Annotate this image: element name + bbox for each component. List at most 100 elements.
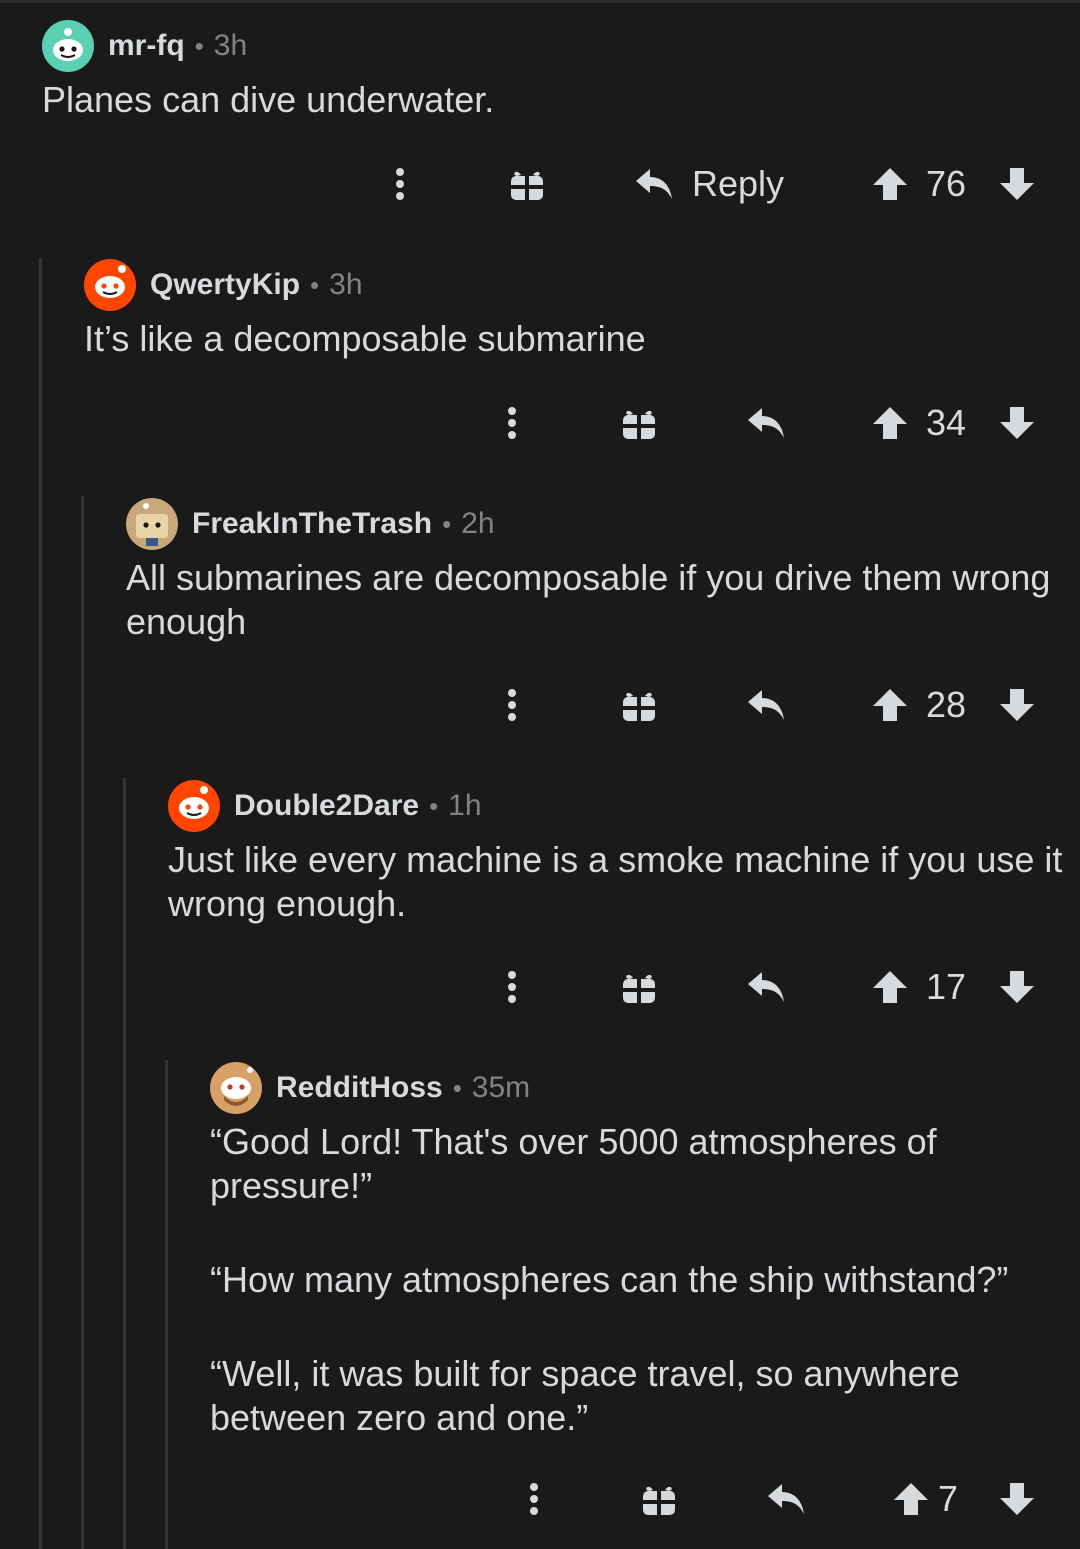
- reply-button[interactable]: [746, 675, 786, 735]
- downvote-button[interactable]: [999, 393, 1035, 453]
- user-avatar[interactable]: [168, 780, 220, 832]
- username[interactable]: FreakInTheTrash: [192, 507, 432, 541]
- downvote-button[interactable]: [999, 154, 1035, 214]
- gift-award-icon: [623, 974, 655, 1003]
- gift-award-icon: [511, 171, 543, 200]
- upvote-arrow-icon: [873, 689, 907, 721]
- downvote-button[interactable]: [999, 957, 1035, 1017]
- comment-body: “Good Lord! That's over 5000 atmospheres…: [210, 1120, 1070, 1440]
- comment-time: 3h: [213, 29, 248, 62]
- comment-header: QwertyKip • 3h: [84, 257, 1064, 313]
- comment-paragraph: Planes can dive underwater.: [42, 79, 495, 120]
- comment-paragraph: “Well, it was built for space travel, so…: [210, 1353, 960, 1438]
- gift-award-icon: [623, 692, 655, 721]
- more-options-icon: [530, 1483, 538, 1515]
- comment-double2dare: Double2Dare • 1h Just like every machine…: [168, 778, 1068, 926]
- meta-separator: •: [194, 30, 204, 61]
- downvote-arrow-icon: [1000, 971, 1034, 1003]
- reply-button[interactable]: [766, 1469, 806, 1529]
- more-options-icon: [508, 971, 516, 1003]
- downvote-button[interactable]: [999, 1469, 1035, 1529]
- comment-header: RedditHoss • 35m: [210, 1060, 1070, 1116]
- comment-time: 3h: [329, 268, 363, 301]
- downvote-arrow-icon: [1000, 168, 1034, 200]
- comment-paragraph: It’s like a decomposable submarine: [84, 318, 646, 359]
- comment-actions: 34: [0, 393, 1080, 453]
- snoo-avatar-icon: [179, 786, 209, 819]
- comment-time: 1h: [448, 789, 482, 822]
- meta-separator: •: [442, 508, 452, 539]
- comment-actions: 7: [0, 1469, 1080, 1529]
- downvote-arrow-icon: [1000, 1483, 1034, 1515]
- more-options-icon: [508, 407, 516, 439]
- upvote-button[interactable]: [872, 393, 908, 453]
- user-avatar[interactable]: [210, 1062, 262, 1114]
- user-avatar[interactable]: [126, 498, 178, 550]
- comment-body: Planes can dive underwater.: [42, 78, 1062, 122]
- comment-time: 2h: [461, 507, 495, 540]
- reply-button[interactable]: Reply: [634, 154, 784, 214]
- comment-paragraph: All submarines are decomposable if you d…: [126, 557, 1051, 642]
- comment-header: mr-fq • 3h: [42, 18, 1062, 74]
- give-award-button[interactable]: [622, 675, 656, 735]
- username[interactable]: Double2Dare: [234, 789, 419, 823]
- vote-score: 17: [926, 966, 967, 1007]
- comment-mr-fq: mr-fq • 3h Planes can dive underwater.: [42, 18, 1062, 122]
- downvote-arrow-icon: [1000, 407, 1034, 439]
- username[interactable]: RedditHoss: [276, 1071, 443, 1105]
- upvote-button[interactable]: [893, 1469, 929, 1529]
- give-award-button[interactable]: [510, 154, 544, 214]
- gift-award-icon: [623, 410, 655, 439]
- comment-body: It’s like a decomposable submarine: [84, 317, 1064, 361]
- more-options-button[interactable]: [524, 1469, 544, 1529]
- comment-actions: 28: [0, 675, 1080, 735]
- comment-qwertykip: QwertyKip • 3h It’s like a decomposable …: [84, 257, 1064, 361]
- upvote-button[interactable]: [872, 154, 908, 214]
- username[interactable]: QwertyKip: [150, 268, 300, 302]
- downvote-arrow-icon: [1000, 689, 1034, 721]
- give-award-button[interactable]: [622, 393, 656, 453]
- upvote-arrow-icon: [873, 407, 907, 439]
- comment-paragraph: “Good Lord! That's over 5000 atmospheres…: [210, 1121, 937, 1206]
- reply-label: Reply: [692, 163, 785, 204]
- snoo-avatar-icon: [53, 28, 83, 61]
- comment-paragraph: “How many atmospheres can the ship withs…: [210, 1259, 1009, 1300]
- upvote-button[interactable]: [872, 675, 908, 735]
- more-options-button[interactable]: [502, 957, 522, 1017]
- thread-line-level-3[interactable]: [123, 778, 126, 1549]
- more-options-button[interactable]: [502, 393, 522, 453]
- comment-header: FreakInTheTrash • 2h: [126, 496, 1066, 552]
- more-options-button[interactable]: [502, 675, 522, 735]
- meta-separator: •: [429, 790, 439, 821]
- comment-header: Double2Dare • 1h: [168, 778, 1068, 834]
- vote-score: 34: [926, 402, 967, 443]
- meta-separator: •: [310, 269, 320, 300]
- reply-arrow-icon: [748, 408, 784, 438]
- give-award-button[interactable]: [642, 1469, 676, 1529]
- username[interactable]: mr-fq: [108, 29, 185, 63]
- reply-button[interactable]: [746, 957, 786, 1017]
- comment-time: 35m: [471, 1071, 531, 1104]
- more-options-icon: [508, 689, 516, 721]
- upvote-arrow-icon: [894, 1483, 928, 1515]
- give-award-button[interactable]: [622, 957, 656, 1017]
- comment-body: All submarines are decomposable if you d…: [126, 556, 1066, 644]
- thread-line-level-2[interactable]: [81, 496, 84, 1549]
- comment-freakinthetrash: FreakInTheTrash • 2h All submarines are …: [126, 496, 1066, 644]
- reply-button[interactable]: [746, 393, 786, 453]
- comment-actions: 17: [0, 957, 1080, 1017]
- upvote-button[interactable]: [872, 957, 908, 1017]
- vote-score: 28: [926, 684, 967, 725]
- downvote-button[interactable]: [999, 675, 1035, 735]
- reply-arrow-icon: [636, 169, 672, 199]
- gift-award-icon: [643, 1486, 675, 1515]
- snoo-avatar-icon: [136, 503, 168, 546]
- reply-arrow-icon: [768, 1484, 804, 1514]
- user-avatar[interactable]: [42, 20, 94, 72]
- more-options-icon: [396, 168, 404, 200]
- more-options-button[interactable]: [390, 154, 410, 214]
- snoo-avatar-icon: [221, 1067, 253, 1106]
- user-avatar[interactable]: [84, 259, 136, 311]
- top-divider: [0, 0, 1080, 3]
- reply-arrow-icon: [748, 972, 784, 1002]
